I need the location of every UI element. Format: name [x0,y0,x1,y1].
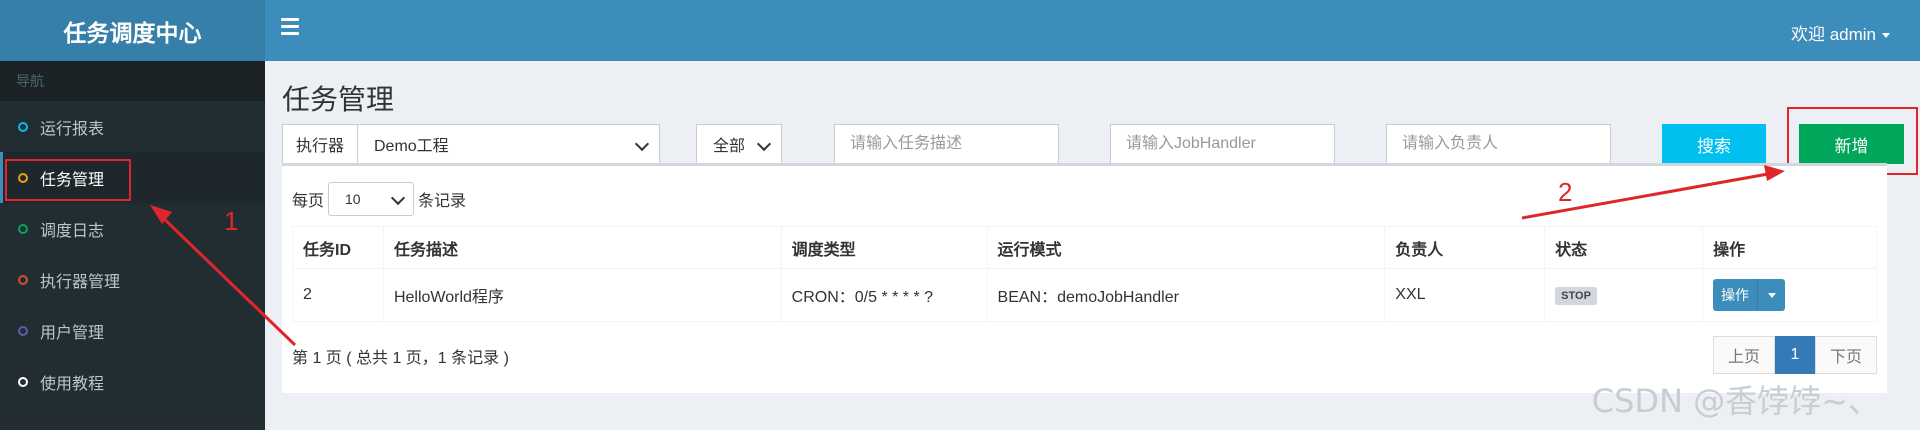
col-header: 操作 [1702,226,1877,269]
col-header[interactable]: 任务ID [292,226,384,269]
cell-schedule: CRON：0/5 * * * * ? [780,268,988,322]
caret-down-icon [1767,292,1776,298]
col-header[interactable]: 调度类型 [780,226,988,269]
perpage-suffix: 条记录 [418,193,467,210]
pagination: 上页 1 下页 [1713,336,1877,374]
sidebar: 导航 运行报表 任务管理 调度日志 执行器管理 用户管理 使用教程 [0,61,265,430]
cell-action: 操作 [1702,268,1877,322]
annotation-number-2: 2 [1558,177,1573,207]
status-value: 全部 [713,138,746,155]
cell-id: 2 [292,268,384,322]
watermark: CSDN @香饽饽~、 [1591,382,1880,420]
user-menu[interactable]: 欢迎 admin [1791,20,1890,45]
page-size-select[interactable]: 10 [328,182,415,216]
search-button[interactable]: 搜索 [1662,124,1766,164]
sidebar-item-label: 使用教程 [40,375,105,393]
highlight-box-jobs [5,159,131,201]
table-header: 任务ID 任务描述 调度类型 运行模式 负责人 状态 操作 [292,226,1877,269]
caret-down-icon [1882,33,1890,39]
action-button-group: 操作 [1713,279,1786,311]
page-title: 任务管理 [282,84,395,115]
brand-logo[interactable]: 任务调度中心 [0,0,265,61]
top-navbar: 欢迎 admin [265,0,1920,61]
circle-icon [18,274,28,285]
col-header[interactable]: 任务描述 [382,226,782,269]
pagination-info: 第 1 页 ( 总共 1 页，1 条记录 ) [292,350,509,367]
circle-icon [18,121,28,132]
action-dropdown-toggle[interactable] [1758,279,1786,311]
cell-mode: BEAN：demoJobHandler [986,268,1386,322]
job-handler-input[interactable] [1110,124,1335,164]
welcome-text: 欢迎 admin [1790,25,1876,44]
circle-icon [18,223,28,234]
circle-icon [18,376,28,387]
sidebar-item-executors[interactable]: 执行器管理 [0,254,265,305]
table-row: 2 HelloWorld程序 CRON：0/5 * * * * ? BEAN：d… [292,268,1877,322]
perpage-prefix: 每页 [292,193,325,210]
cell-status: STOP [1544,268,1704,322]
current-page-button[interactable]: 1 [1775,336,1815,374]
sidebar-item-report[interactable]: 运行报表 [0,101,265,152]
executor-filter: 执行器 Demo工程 [282,124,660,164]
executor-label: 执行器 [282,124,358,164]
job-list-box: 每页 10 条记录 任务ID 任务描述 调度类型 运行模式 负责人 状态 操作 … [282,163,1887,393]
status-select[interactable]: 全部 [696,124,782,164]
job-table: 任务ID 任务描述 调度类型 运行模式 负责人 状态 操作 2 HelloWor… [292,226,1877,322]
status-filter: 全部 [696,124,782,164]
job-desc-input[interactable] [834,124,1059,164]
executor-select[interactable]: Demo工程 [358,124,660,164]
col-header[interactable]: 负责人 [1384,226,1546,269]
chevron-down-icon [390,190,406,206]
action-button[interactable]: 操作 [1713,279,1759,311]
sidebar-item-label: 用户管理 [40,324,105,342]
circle-icon [18,325,28,336]
executor-value: Demo工程 [374,138,449,155]
prev-page-button[interactable]: 上页 [1713,336,1775,374]
menu-toggle-icon[interactable] [281,18,299,40]
sidebar-item-users[interactable]: 用户管理 [0,305,265,356]
sidebar-header: 导航 [0,61,265,101]
chevron-down-icon [634,136,650,152]
col-header[interactable]: 状态 [1544,226,1704,269]
next-page-button[interactable]: 下页 [1815,336,1877,374]
sidebar-item-label: 调度日志 [40,222,105,240]
sidebar-item-help[interactable]: 使用教程 [0,356,265,407]
sidebar-item-label: 运行报表 [40,120,105,138]
annotation-number-1: 1 [224,206,239,236]
owner-input[interactable] [1386,124,1611,164]
cell-owner: XXL [1384,268,1546,322]
sidebar-item-label: 执行器管理 [40,273,121,291]
cell-desc: HelloWorld程序 [382,268,782,322]
col-header[interactable]: 运行模式 [986,226,1386,269]
status-badge: STOP [1555,287,1597,305]
page-size-value: 10 [345,191,361,207]
chevron-down-icon [756,136,772,152]
page-size-control: 每页 10 条记录 [292,182,466,216]
